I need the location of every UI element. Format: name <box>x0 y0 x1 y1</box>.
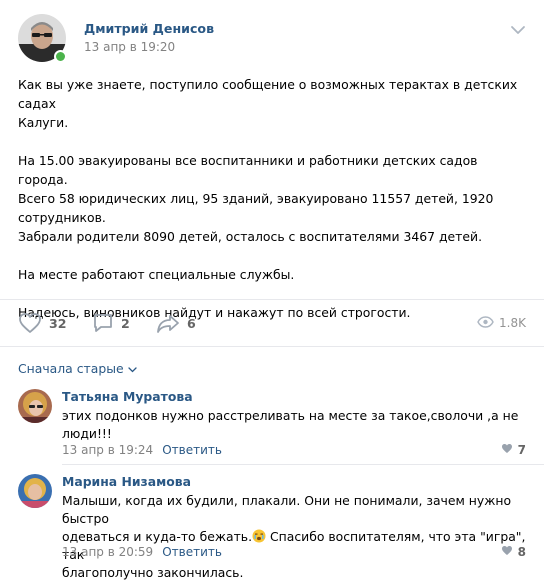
like-count: 32 <box>49 315 67 331</box>
comment-like-button[interactable]: 7 <box>501 443 526 457</box>
comment-line-part: одеваться и куда-то бежать. <box>62 529 253 544</box>
comment-count: 2 <box>121 315 130 331</box>
post-header: Дмитрий Денисов 13 апр в 19:20 <box>0 0 544 70</box>
comment-like-button[interactable]: 8 <box>501 545 526 559</box>
comment-like-count: 8 <box>517 545 526 559</box>
heart-icon <box>501 443 513 457</box>
post-line: На 15.00 эвакуированы все воспитанники и… <box>18 153 478 187</box>
comment-like-count: 7 <box>517 443 526 457</box>
post-timestamp[interactable]: 13 апр в 19:20 <box>84 40 175 54</box>
commenter-name[interactable]: Татьяна Муратова <box>62 389 193 404</box>
comment-button[interactable]: 2 <box>92 305 130 341</box>
post-line: Калуги. <box>18 115 69 130</box>
comment-timestamp[interactable]: 13 апр в 19:24 <box>62 443 153 457</box>
post-line: сотрудников. <box>18 210 106 225</box>
heart-icon <box>501 545 513 559</box>
reply-button[interactable]: Ответить <box>162 443 222 457</box>
comment-line: благополучно закончилась. <box>62 565 244 580</box>
divider <box>0 299 544 300</box>
comment-timestamp[interactable]: 13 апр в 20:59 <box>62 545 153 559</box>
post-text: Как вы уже знаете, поступило сообщение о… <box>18 75 528 322</box>
comment-line: Малыши, когда их будили, плакали. Они не… <box>62 493 512 526</box>
comment-meta: 13 апр в 19:24 Ответить <box>62 443 222 457</box>
chevron-down-icon <box>124 361 137 376</box>
post-line: Всего 58 юридических лиц, 95 зданий, эва… <box>18 191 494 206</box>
commenter-name[interactable]: Марина Низамова <box>62 474 191 489</box>
heart-icon <box>18 312 42 334</box>
commenter-avatar[interactable] <box>18 389 52 423</box>
speech-bubble-icon <box>92 312 114 334</box>
post-actions: 32 2 6 1.8K <box>0 305 544 341</box>
comment-text: Малыши, когда их будили, плакали. Они не… <box>62 492 532 582</box>
commenter-avatar[interactable] <box>18 474 52 508</box>
chevron-down-icon[interactable] <box>510 24 526 36</box>
share-count: 6 <box>187 315 196 331</box>
post-line: Забрали родители 8090 детей, осталось с … <box>18 229 483 244</box>
divider <box>62 464 544 465</box>
comment-line: этих подонков нужно расстреливать на мес… <box>62 408 519 423</box>
sort-label: Сначала старые <box>18 361 124 376</box>
comment-text: этих подонков нужно расстреливать на мес… <box>62 407 532 443</box>
crying-face-emoji <box>252 529 266 543</box>
post-line: Как вы уже знаете, поступило сообщение о… <box>18 77 518 111</box>
views-count: 1.8K <box>499 316 526 330</box>
divider <box>0 346 544 347</box>
comments-sort-toggle[interactable]: Сначала старые <box>18 361 137 376</box>
share-button[interactable]: 6 <box>156 305 196 341</box>
share-arrow-icon <box>156 312 180 334</box>
eye-icon <box>477 315 494 331</box>
like-button[interactable]: 32 <box>18 305 67 341</box>
online-indicator <box>54 50 67 63</box>
comment-meta: 13 апр в 20:59 Ответить <box>62 545 222 559</box>
reply-button[interactable]: Ответить <box>162 545 222 559</box>
views-counter: 1.8K <box>477 305 526 341</box>
comment-line: люди!!! <box>62 426 112 441</box>
post-line: На месте работают специальные службы. <box>18 267 295 282</box>
post-author-name[interactable]: Дмитрий Денисов <box>84 21 214 36</box>
